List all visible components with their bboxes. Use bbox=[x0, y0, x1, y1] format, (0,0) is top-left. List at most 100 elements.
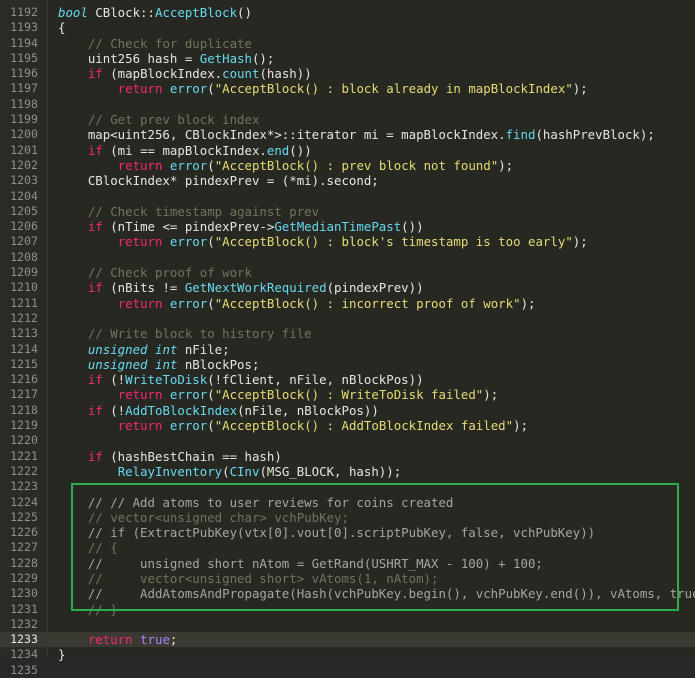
code-token: } bbox=[58, 647, 66, 663]
code-line[interactable]: 1212 bbox=[0, 311, 695, 326]
code-line[interactable]: 1196 if (mapBlockIndex.count(hash)) bbox=[0, 66, 695, 81]
code-line[interactable]: 1217 return error("AcceptBlock() : Write… bbox=[0, 387, 695, 402]
code-line[interactable]: 1195 uint256 hash = GetHash(); bbox=[0, 51, 695, 66]
code-line[interactable]: 1231 // } bbox=[0, 602, 695, 617]
code-line[interactable]: 1204 bbox=[0, 189, 695, 204]
code-token: error bbox=[169, 234, 208, 250]
code-token: return bbox=[117, 295, 163, 311]
line-number: 1204 bbox=[10, 188, 38, 203]
code-token: (hashBestChain == hash) bbox=[102, 448, 282, 464]
code-token: "AcceptBlock() : block's timestamp is to… bbox=[214, 234, 573, 250]
code-line[interactable]: 1232 bbox=[0, 617, 695, 632]
line-number: 1212 bbox=[10, 310, 38, 325]
code-line[interactable]: 1221 if (hashBestChain == hash) bbox=[0, 449, 695, 464]
code-line[interactable]: 1229 // vector<unsigned short> vAtoms(1,… bbox=[0, 571, 695, 586]
line-number: 1197 bbox=[10, 81, 38, 96]
code-token: (mapBlockIndex. bbox=[102, 66, 223, 82]
line-number: 1232 bbox=[10, 616, 38, 631]
code-token: { bbox=[58, 20, 66, 36]
code-token: // vector<unsigned char> vchPubKey; bbox=[87, 509, 349, 525]
code-editor[interactable]: 1192 bool CBlock::AcceptBlock() 1193 {1194 … bbox=[0, 0, 695, 677]
line-number: 1235 bbox=[10, 662, 38, 677]
code-token: ( bbox=[207, 295, 215, 311]
code-token: ()) bbox=[401, 219, 424, 235]
line-text: return true; bbox=[58, 632, 178, 647]
code-line[interactable]: 1226 // if (ExtractPubKey(vtx[0].vout[0]… bbox=[0, 525, 695, 540]
code-token: bool bbox=[58, 5, 88, 20]
code-line[interactable]: 1213 // Write block to history file bbox=[0, 326, 695, 341]
line-number: 1218 bbox=[10, 402, 38, 417]
code-token: // AddAtomsAndPropagate(Hash(vchPubKey.b… bbox=[87, 586, 695, 602]
line-text: // vector<unsigned char> vchPubKey; bbox=[58, 510, 349, 525]
code-line[interactable]: 1211 return error("AcceptBlock() : incor… bbox=[0, 296, 695, 311]
code-line[interactable]: 1210 if (nBits != GetNextWorkRequired(pi… bbox=[0, 280, 695, 295]
line-text: if (nTime <= pindexPrev->GetMedianTimePa… bbox=[58, 219, 424, 234]
code-token: (nBits != bbox=[102, 280, 185, 296]
code-line[interactable]: 1200 map<uint256, CBlockIndex*>::iterato… bbox=[0, 127, 695, 142]
line-number: 1223 bbox=[10, 479, 38, 494]
code-line[interactable]: 1207 return error("AcceptBlock() : block… bbox=[0, 234, 695, 249]
line-text: if (mi == mapBlockIndex.end()) bbox=[58, 143, 312, 158]
code-line[interactable]: 1233 return true; bbox=[0, 632, 695, 648]
line-number: 1209 bbox=[10, 265, 38, 280]
code-line[interactable]: 1220 bbox=[0, 433, 695, 448]
code-line[interactable]: 1230 // AddAtomsAndPropagate(Hash(vchPub… bbox=[0, 586, 695, 601]
code-token: // { bbox=[87, 540, 118, 556]
code-line[interactable]: 1225 // vector<unsigned char> vchPubKey; bbox=[0, 510, 695, 525]
code-line[interactable]: 1228 // unsigned short nAtom = GetRand(U… bbox=[0, 556, 695, 571]
code-line[interactable]: 1214 unsigned int nFile; bbox=[0, 342, 695, 357]
code-line[interactable]: 1202 return error("AcceptBlock() : prev … bbox=[0, 158, 695, 173]
code-line[interactable]: 1205 // Check timestamp against prev bbox=[0, 204, 695, 219]
code-token: ); bbox=[498, 157, 514, 173]
code-line[interactable]: 1199 // Get prev block index bbox=[0, 112, 695, 127]
code-token: ); bbox=[572, 81, 588, 97]
code-line[interactable]: 1198 bbox=[0, 97, 695, 112]
code-line[interactable]: 1201 if (mi == mapBlockIndex.end()) bbox=[0, 143, 695, 158]
line-text: unsigned int nFile; bbox=[58, 342, 230, 357]
code-line[interactable]: 1223 bbox=[0, 479, 695, 494]
code-token: return bbox=[117, 81, 163, 97]
code-line[interactable]: 1197 return error("AcceptBlock() : block… bbox=[0, 81, 695, 96]
code-line[interactable]: 1215 unsigned int nBlockPos; bbox=[0, 357, 695, 372]
line-number: 1205 bbox=[10, 203, 38, 218]
code-line[interactable]: 1222 RelayInventory(CInv(MSG_BLOCK, hash… bbox=[0, 464, 695, 479]
code-token: (hashPrevBlock); bbox=[535, 127, 655, 143]
line-text: RelayInventory(CInv(MSG_BLOCK, hash)); bbox=[58, 463, 402, 479]
line-text: if (!AddToBlockIndex(nFile, nBlockPos)) bbox=[58, 403, 379, 418]
code-line[interactable]: 1209 // Check proof of work bbox=[0, 265, 695, 280]
code-token: // vector<unsigned short> vAtoms(1, nAto… bbox=[87, 570, 439, 586]
line-number: 1211 bbox=[10, 295, 38, 310]
code-line[interactable]: 1219 return error("AcceptBlock() : AddTo… bbox=[0, 418, 695, 433]
code-line[interactable]: 1227 // { bbox=[0, 540, 695, 555]
code-line[interactable]: 1235 bbox=[0, 663, 695, 678]
code-token: (MSG_BLOCK, hash)); bbox=[259, 463, 402, 479]
code-token: CInv bbox=[229, 463, 260, 479]
line-text: return error("AcceptBlock() : WriteToDis… bbox=[58, 387, 499, 402]
line-text: return error("AcceptBlock() : prev block… bbox=[58, 158, 513, 173]
code-line[interactable]: 1208 bbox=[0, 250, 695, 265]
code-line[interactable]: 1218 if (!AddToBlockIndex(nFile, nBlockP… bbox=[0, 403, 695, 418]
code-line[interactable]: 1224 // // Add atoms to user reviews for… bbox=[0, 495, 695, 510]
line-number: 1231 bbox=[10, 601, 38, 616]
code-line[interactable]: 1193 { bbox=[0, 20, 695, 35]
code-line[interactable]: 1206 if (nTime <= pindexPrev->GetMedianT… bbox=[0, 219, 695, 234]
code-token: (!fClient, nFile, nBlockPos)) bbox=[207, 372, 424, 388]
code-token: find bbox=[505, 127, 536, 143]
code-token: CBlock:: bbox=[87, 5, 155, 20]
code-area[interactable]: 1192 bool CBlock::AcceptBlock() 1193 {1194 … bbox=[0, 5, 695, 678]
code-line[interactable]: 1216 if (!WriteToDisk(!fClient, nFile, n… bbox=[0, 372, 695, 387]
code-line[interactable]: 1192 bool CBlock::AcceptBlock() bbox=[0, 5, 695, 20]
code-line[interactable]: 1194 // Check for duplicate bbox=[0, 36, 695, 51]
code-line[interactable]: 1234} bbox=[0, 647, 695, 662]
code-line[interactable]: 1203 CBlockIndex* pindexPrev = (*mi).sec… bbox=[0, 173, 695, 188]
